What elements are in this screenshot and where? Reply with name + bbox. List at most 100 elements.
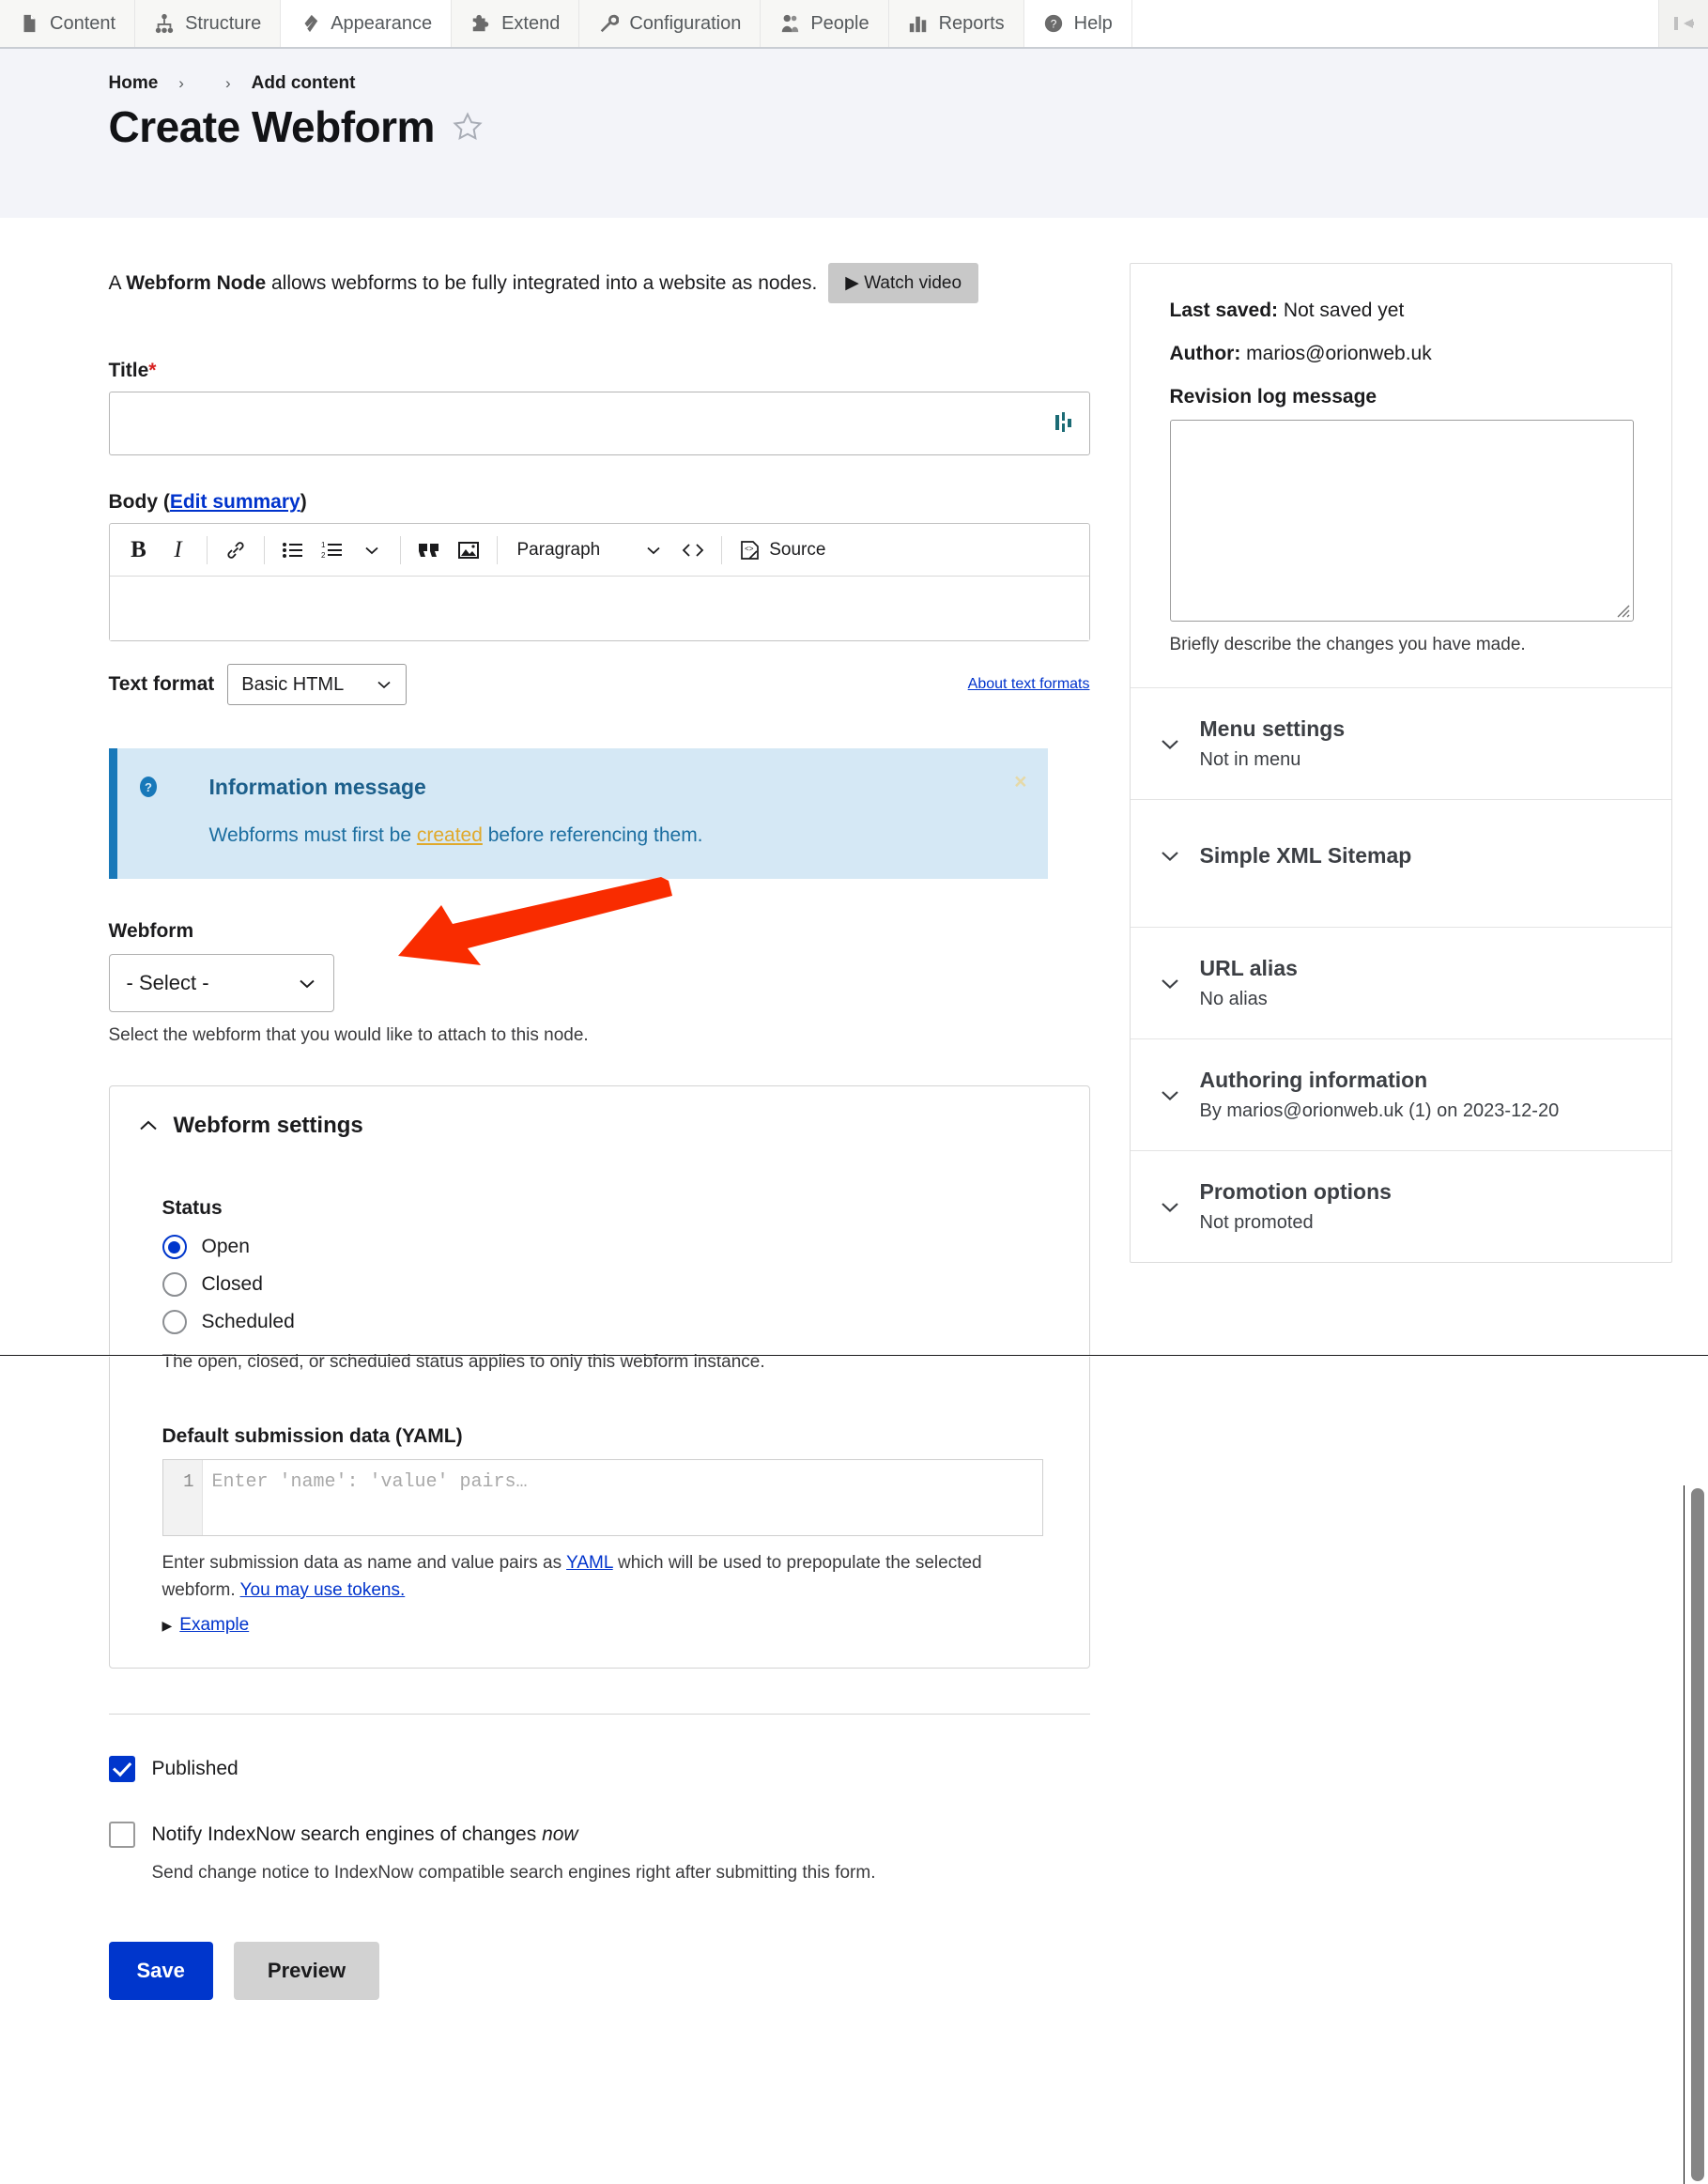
radio-option-closed[interactable]: Closed: [162, 1272, 1037, 1297]
webform-settings-toggle[interactable]: Webform settings: [110, 1113, 1089, 1139]
paragraph-style-dropdown[interactable]: Paragraph: [506, 531, 674, 570]
text-format-row: Text format Basic HTML About text format…: [109, 664, 1090, 705]
toolbar-item-appearance[interactable]: Appearance: [281, 0, 453, 47]
published-label: Published: [151, 1758, 239, 1780]
page-scrollbar-thumb[interactable]: [1691, 1488, 1704, 2181]
edit-summary-link[interactable]: Edit summary: [170, 491, 300, 513]
toolbar-item-configuration[interactable]: Configuration: [579, 0, 762, 47]
code-icon: [682, 543, 704, 557]
sidebar-section-menu-settings[interactable]: Menu settings Not in menu: [1130, 688, 1671, 800]
toolbar-item-extend[interactable]: Extend: [452, 0, 580, 47]
radio-option-open[interactable]: Open: [162, 1235, 1037, 1259]
resize-grip-icon[interactable]: [1613, 601, 1630, 618]
toolbar-item-help[interactable]: ? Help: [1023, 0, 1132, 47]
sidebar-section-simple-xml-sitemap[interactable]: Simple XML Sitemap: [1130, 800, 1671, 928]
link-button[interactable]: [216, 531, 255, 570]
code-button[interactable]: [673, 531, 713, 570]
toolbar-item-label: People: [810, 12, 869, 34]
blockquote-button[interactable]: [409, 531, 449, 570]
indexnow-label: Notify IndexNow search engines of change…: [152, 1823, 578, 1846]
numbered-list-button[interactable]: 12: [313, 531, 352, 570]
toolbar-item-structure[interactable]: Structure: [135, 0, 282, 47]
example-disclosure[interactable]: ▶ Example: [162, 1615, 1037, 1636]
italic-button[interactable]: I: [159, 531, 198, 570]
source-label: Source: [769, 539, 826, 560]
published-checkbox-row[interactable]: Published: [108, 1756, 1090, 1783]
about-text-formats-link[interactable]: About text formats: [968, 676, 1090, 693]
radio-option-scheduled[interactable]: Scheduled: [162, 1310, 1037, 1334]
help-icon: ?: [1044, 14, 1062, 33]
ckeditor-editable-area[interactable]: [109, 577, 1089, 640]
toolbar-item-label: Help: [1073, 12, 1113, 34]
information-message-body: Webforms must first be created before re…: [162, 824, 1020, 847]
toolbar-divider: [263, 535, 265, 564]
section-divider: [108, 1714, 1090, 1715]
list-options-button[interactable]: [352, 531, 392, 570]
toolbar-item-reports[interactable]: Reports: [888, 0, 1024, 47]
text-format-select[interactable]: Basic HTML: [227, 664, 408, 705]
text-format-value: Basic HTML: [241, 673, 345, 695]
yaml-link[interactable]: YAML: [566, 1553, 613, 1573]
webform-select[interactable]: - Select -: [108, 954, 334, 1012]
breadcrumb-item-home[interactable]: Home: [109, 73, 159, 94]
webform-description: Select the webform that you would like t…: [108, 1025, 589, 1045]
paragraph-style-label: Paragraph: [516, 539, 601, 560]
information-message: ? Information message Webforms must firs…: [108, 748, 1048, 879]
chevron-down-icon: [1161, 1090, 1178, 1100]
svg-text:2: 2: [321, 551, 326, 560]
bold-button[interactable]: B: [119, 531, 159, 570]
sidebar-section-summary: No alias: [1199, 989, 1268, 1009]
last-saved-label: Last saved:: [1169, 300, 1279, 321]
title-input[interactable]: [108, 392, 1090, 455]
toolbar-spacer: [1131, 0, 1659, 47]
intro-text: A Webform Node allows webforms to be ful…: [109, 272, 818, 295]
created-link[interactable]: created: [417, 824, 483, 846]
intro-text-after: allows webforms to be fully integrated i…: [266, 271, 818, 294]
watch-video-button[interactable]: ▶ Watch video: [828, 263, 979, 303]
author-line: Author: marios@orionweb.uk: [1170, 343, 1632, 365]
close-icon[interactable]: ×: [1014, 769, 1026, 794]
source-button[interactable]: <> Source: [731, 531, 833, 570]
chevron-down-icon: [377, 681, 391, 689]
author-value: marios@orionweb.uk: [1240, 343, 1432, 364]
toolbar-divider: [399, 535, 401, 564]
sidebar-section-promotion-options[interactable]: Promotion options Not promoted: [1131, 1151, 1671, 1262]
toolbar-item-label: Reports: [938, 12, 1005, 34]
svg-text:1: 1: [321, 541, 326, 549]
star-outline-icon[interactable]: [452, 111, 484, 143]
sidebar-section-text: Authoring information By marios@orionweb…: [1200, 1068, 1560, 1122]
yaml-editor[interactable]: 1 Enter 'name': 'value' pairs…: [162, 1458, 1043, 1536]
example-label[interactable]: Example: [179, 1615, 249, 1636]
chevron-down-icon: [1161, 739, 1178, 749]
main-content: A Webform Node allows webforms to be ful…: [38, 218, 1672, 2001]
tokens-link[interactable]: You may use tokens.: [240, 1580, 406, 1600]
toolbar-item-content[interactable]: Content: [0, 0, 136, 47]
svg-text:?: ?: [145, 780, 152, 794]
toolbar-collapse-button[interactable]: [1659, 0, 1708, 47]
image-button[interactable]: [449, 531, 488, 570]
save-button[interactable]: Save: [108, 1942, 213, 2001]
bulleted-list-button[interactable]: [273, 531, 313, 570]
breadcrumb-item-add-content[interactable]: Add content: [252, 73, 356, 94]
sidebar-section-authoring-information[interactable]: Authoring information By marios@orionweb…: [1130, 1039, 1671, 1151]
chevron-down-icon: [364, 546, 378, 554]
message-body-before: Webforms must first be: [208, 824, 417, 846]
toolbar-item-label: Content: [50, 12, 116, 34]
sidebar-section-summary: Not promoted: [1199, 1212, 1314, 1233]
sidebar-section-url-alias[interactable]: URL alias No alias: [1130, 928, 1671, 1039]
revision-log-textarea[interactable]: [1169, 420, 1634, 622]
indexnow-label-italic: now: [542, 1823, 578, 1846]
chevron-down-icon: [299, 979, 315, 988]
collapse-toolbar-icon: [1674, 17, 1694, 30]
radio-label: Closed: [201, 1273, 263, 1295]
toolbar-item-people[interactable]: People: [761, 0, 889, 47]
indexnow-checkbox-row[interactable]: Notify IndexNow search engines of change…: [108, 1822, 1090, 1849]
appearance-icon: [304, 14, 318, 33]
preview-button[interactable]: Preview: [233, 1942, 380, 2001]
last-saved-value: Not saved yet: [1278, 300, 1405, 321]
sidebar-section-summary: Not in menu: [1199, 749, 1301, 770]
webform-label: Webform: [108, 920, 194, 942]
revision-log-help: Briefly describe the changes you have ma…: [1169, 635, 1526, 654]
status-help-text: The open, closed, or scheduled status ap…: [162, 1352, 765, 1372]
sidebar-section-text: Promotion options Not promoted: [1200, 1179, 1392, 1234]
